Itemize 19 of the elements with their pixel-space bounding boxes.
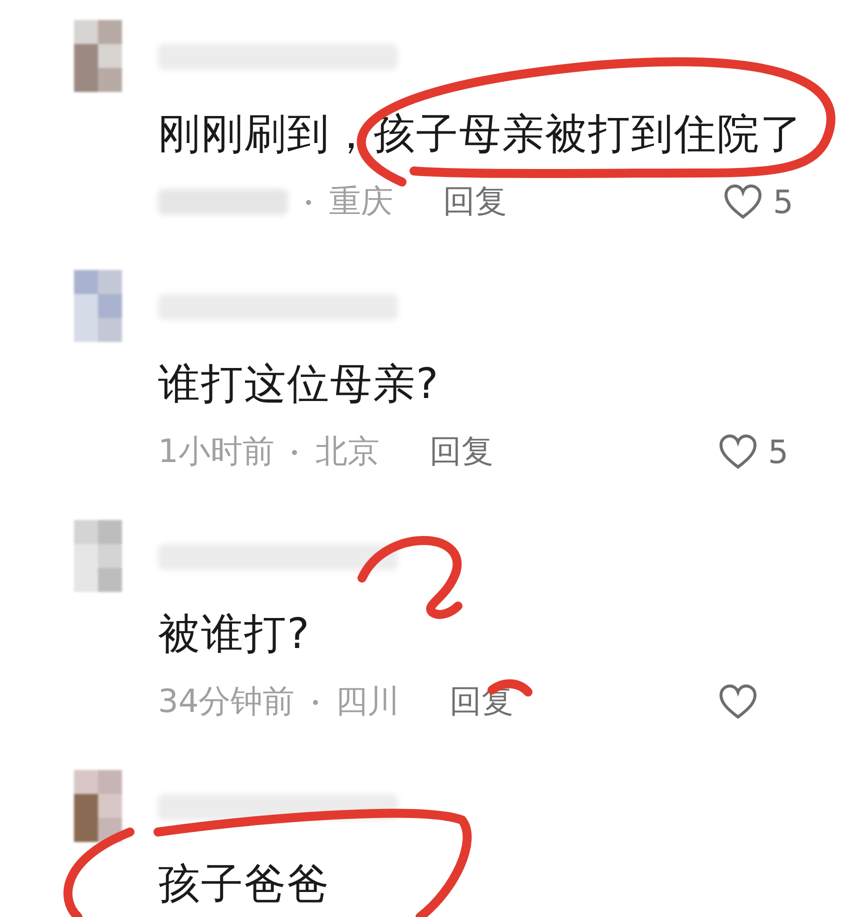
like-icon[interactable] <box>718 684 758 720</box>
comment-time: 34分钟前 <box>158 681 295 722</box>
reply-button[interactable]: 回复 <box>443 180 507 224</box>
comment-text: 孩子爸爸 <box>158 858 331 910</box>
comment-location: 四川 <box>336 681 400 722</box>
separator-dot <box>312 700 318 704</box>
comment-location: 重庆 <box>329 181 393 222</box>
comment-text: 刚刚刷到，孩子母亲被打到住院了 <box>158 108 803 160</box>
reply-button[interactable]: 回复 <box>429 430 494 474</box>
separator-dot <box>292 450 298 454</box>
separator-dot <box>306 200 311 204</box>
like-count: 5 <box>768 433 790 471</box>
like-icon[interactable] <box>723 184 763 220</box>
comment-location: 北京 <box>315 431 380 472</box>
comment-text: 谁打这位母亲? <box>158 358 440 410</box>
like-count: 5 <box>773 183 794 221</box>
comment-text: 被谁打? <box>158 608 312 660</box>
like-icon[interactable] <box>718 434 758 470</box>
comment-time: 1小时前 <box>158 431 274 472</box>
